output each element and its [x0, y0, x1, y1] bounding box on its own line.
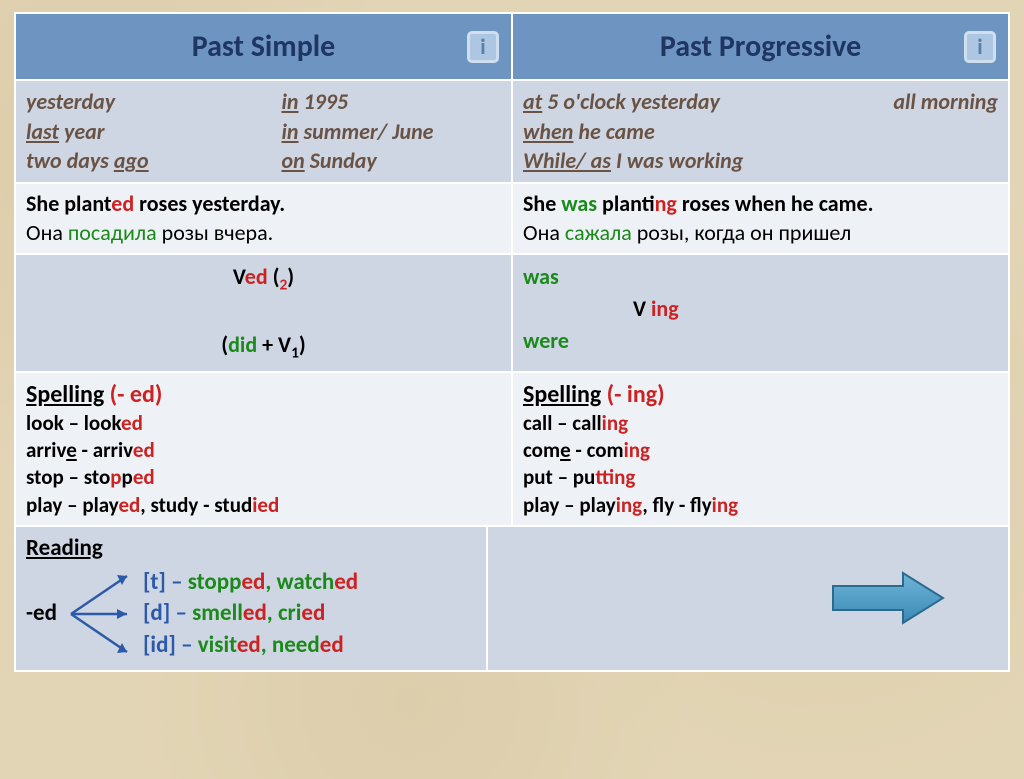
spelling-progressive: Spelling (- ing) call – calling come - c… [512, 372, 1009, 526]
reading-cell: Reading -ed [t] – stopped, watched [d] –… [15, 526, 487, 671]
reading-row: Reading -ed [t] – stopped, watched [d] –… [15, 526, 1009, 671]
reading-title: Reading [26, 533, 476, 564]
tw-in-summer: in summer/ June [282, 117, 502, 147]
header-right-title: Past Progressive [660, 28, 861, 65]
tw-two-days-ago: two days ago [26, 146, 246, 176]
info-icon[interactable]: i [467, 31, 499, 63]
time-words-progressive: at 5 o'clock yesterday all morning when … [512, 80, 1009, 183]
example-simple: She planted roses yesterday. Она посадил… [15, 183, 512, 254]
header-left-title: Past Simple [192, 28, 336, 65]
header-past-progressive: Past Progressive i [512, 13, 1009, 80]
time-words-simple: yesterday last year two days ago in 1995… [15, 80, 512, 183]
tw-yesterday: yesterday [26, 87, 246, 117]
example-progressive: She was planting roses when he came. Она… [512, 183, 1009, 254]
time-words-row: yesterday last year two days ago in 1995… [15, 80, 1009, 183]
formula-simple: Ved (2) (did + V1) [15, 254, 512, 371]
tw-when: when he came [523, 117, 998, 147]
tw-while: While/ as I was working [523, 146, 998, 176]
tw-on-sunday: on Sunday [282, 146, 502, 176]
formula-progressive: was V ing were [512, 254, 1009, 371]
header-past-simple: Past Simple i [15, 13, 512, 80]
tw-at-5: at 5 o'clock yesterday all morning [523, 87, 998, 117]
header-row: Past Simple i Past Progressive i [15, 13, 1009, 80]
spelling-simple: Spelling (- ed) look – looked arrive - a… [15, 372, 512, 526]
grammar-table: Past Simple i Past Progressive i yesterd… [14, 12, 1010, 672]
arrow-cell [487, 526, 1009, 671]
next-arrow-icon[interactable] [828, 568, 948, 628]
formula-row: Ved (2) (did + V1) was V ing were [15, 254, 1009, 371]
example-row: She planted roses yesterday. Она посадил… [15, 183, 1009, 254]
bracket-icon [65, 564, 135, 664]
info-icon[interactable]: i [964, 31, 996, 63]
tw-last-year: last year [26, 117, 246, 147]
ed-label: -ed [26, 598, 57, 629]
tw-in-1995: in 1995 [282, 87, 502, 117]
spelling-row: Spelling (- ed) look – looked arrive - a… [15, 372, 1009, 526]
